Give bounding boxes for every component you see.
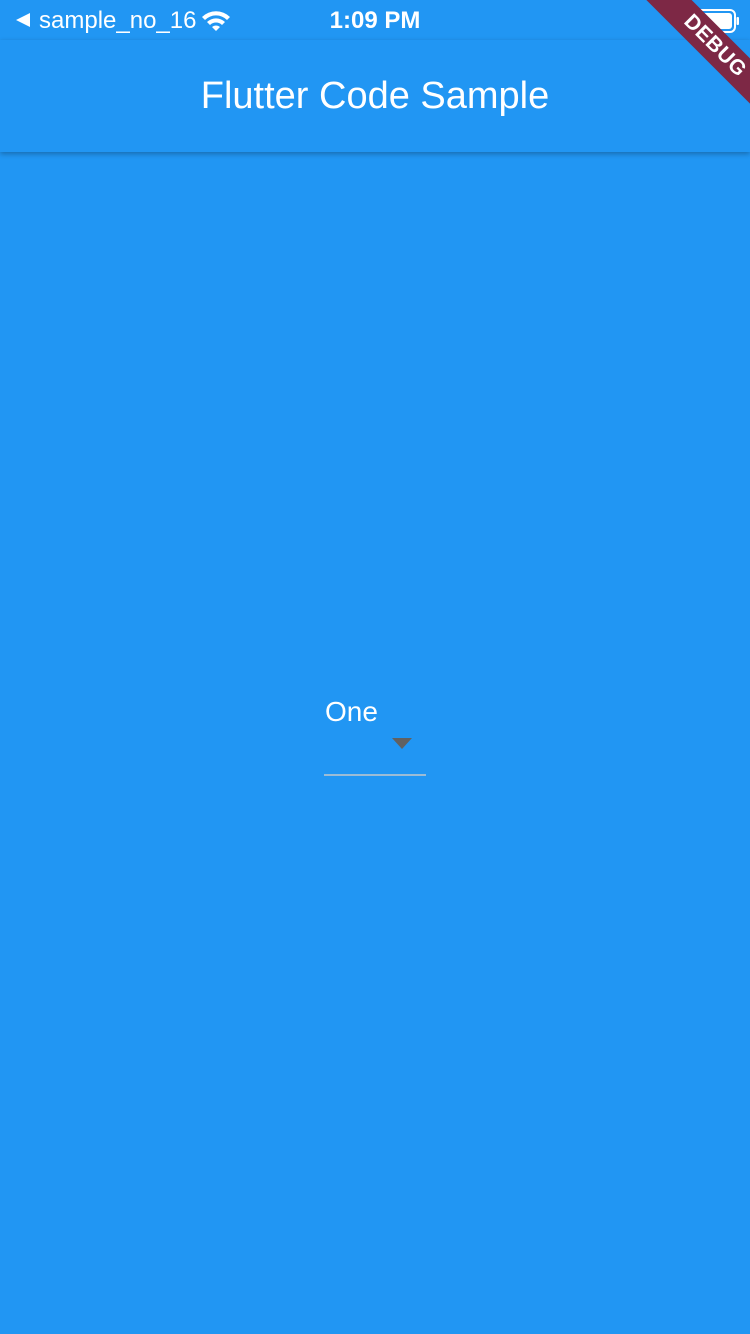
status-time: 1:09 PM	[329, 7, 421, 34]
status-bar: sample_no_16 1:09 PM	[0, 0, 750, 40]
app-bar: Flutter Code Sample	[0, 40, 750, 152]
dropdown-button[interactable]: One	[324, 690, 426, 776]
page-title: Flutter Code Sample	[200, 75, 550, 117]
dropdown-selected-value: One	[325, 696, 378, 727]
debug-banner: DEBUG	[0, 0, 750, 1334]
arrow-drop-down-icon	[392, 738, 412, 749]
battery-icon	[690, 9, 739, 33]
dropdown-underline	[324, 774, 426, 776]
